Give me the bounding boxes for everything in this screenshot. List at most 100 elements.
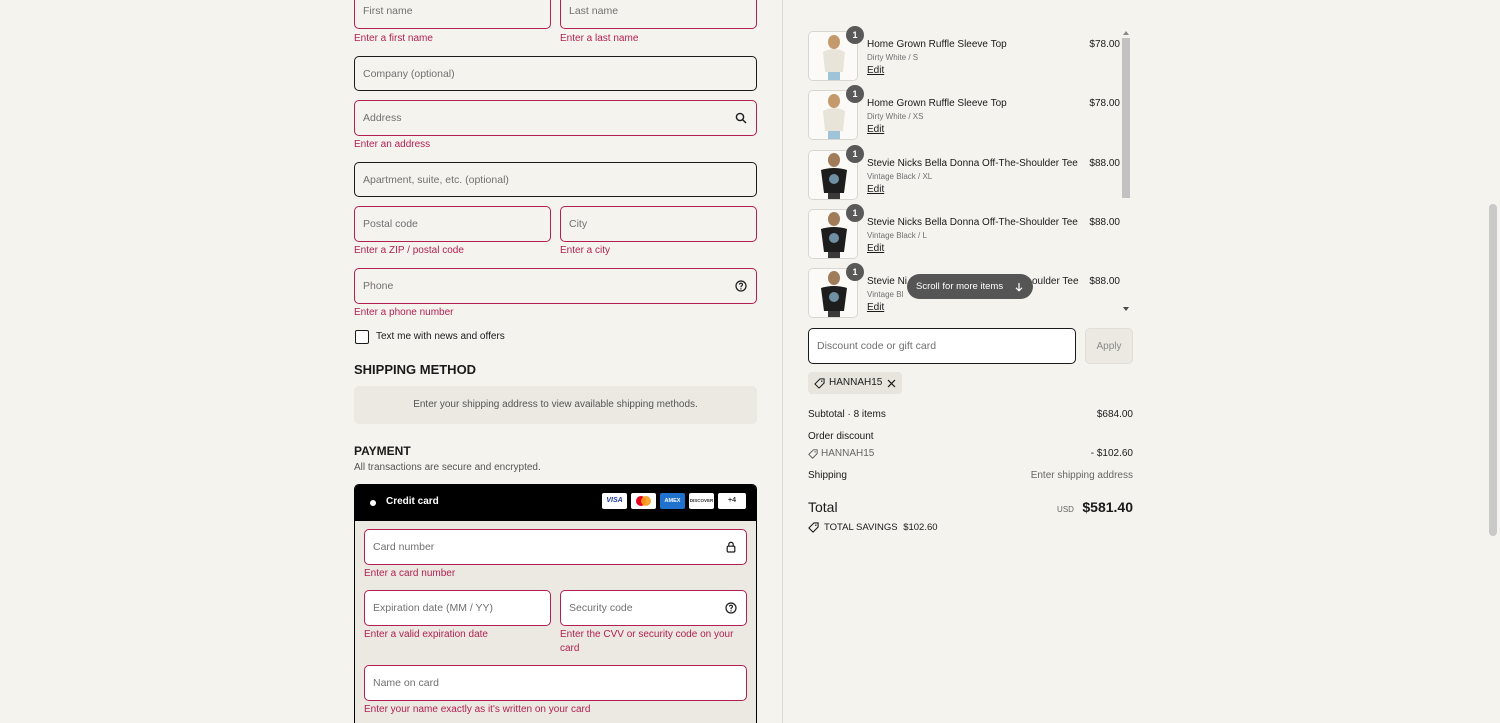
name-on-card-field[interactable]: Name on card	[364, 665, 747, 701]
mastercard-icon	[631, 493, 656, 509]
expiry-placeholder: Expiration date (MM / YY)	[373, 602, 494, 614]
apartment-placeholder: Apartment, suite, etc. (optional)	[363, 173, 509, 186]
payment-heading: PAYMENT	[354, 444, 411, 458]
scroll-up-arrow-icon[interactable]	[1122, 30, 1132, 36]
postal-code-field[interactable]: Postal code	[354, 206, 551, 242]
amex-icon: AMEX	[660, 493, 685, 509]
discount-value: - $102.60	[1090, 448, 1133, 459]
shipping-value: Enter shipping address	[1030, 470, 1133, 481]
quantity-badge: 1	[846, 26, 864, 44]
shipping-method-heading: SHIPPING METHOD	[354, 362, 477, 377]
security-code-placeholder: Security code	[569, 602, 633, 614]
page-scrollbar-thumb[interactable]	[1489, 204, 1497, 536]
applied-code-chip: HANNAH15	[808, 372, 902, 394]
expiry-field[interactable]: Expiration date (MM / YY)	[364, 590, 551, 626]
tag-icon	[808, 449, 818, 459]
subtotal-value: $684.00	[1096, 409, 1133, 420]
total-label: Total	[808, 499, 838, 515]
shipping-notice-text: Enter your shipping address to view avai…	[413, 399, 698, 410]
item-price: $88.00	[1089, 217, 1120, 228]
scroll-down-arrow-icon[interactable]	[1122, 306, 1132, 312]
cart-scrollbar-thumb[interactable]	[1122, 38, 1130, 198]
remove-code-icon[interactable]	[887, 379, 896, 388]
phone-field[interactable]: Phone	[354, 268, 757, 304]
item-name: Stevie Nicks Bella Donna Off-The-Shoulde…	[867, 158, 1078, 169]
discount-code-placeholder: Discount code or gift card	[817, 340, 937, 352]
quantity-badge: 1	[846, 145, 864, 163]
card-number-placeholder: Card number	[373, 541, 435, 553]
edit-link[interactable]: Edit	[867, 243, 884, 254]
item-name: Stevie Nicks Bella Donna Off-The-Shoulde…	[867, 217, 1078, 228]
item-price: $78.00	[1089, 98, 1120, 109]
address-field[interactable]: Address	[354, 100, 757, 136]
page-scrollbar[interactable]	[1486, 0, 1500, 723]
edit-link[interactable]: Edit	[867, 124, 884, 135]
help-icon[interactable]	[725, 602, 737, 614]
phone-error: Enter a phone number	[354, 307, 454, 318]
phone-placeholder: Phone	[363, 280, 394, 292]
item-variant: Vintage Black / L	[867, 231, 927, 240]
cart-item: 1 Stevie Nicks Bella Donna Off-The-Shoul…	[808, 145, 1120, 202]
address-placeholder: Address	[363, 112, 402, 124]
quantity-badge: 1	[846, 263, 864, 281]
item-variant: Vintage Black / XL	[867, 172, 933, 181]
sms-checkbox[interactable]	[355, 330, 369, 344]
card-number-error: Enter a card number	[364, 568, 456, 579]
discover-icon: DISCOVER	[689, 493, 714, 509]
total-savings: TOTAL SAVINGS $102.60	[824, 522, 938, 533]
item-price: $78.00	[1089, 39, 1120, 50]
security-code-error-line1: Enter the CVV or security code on your	[560, 629, 734, 640]
address-error: Enter an address	[354, 139, 431, 150]
apply-button[interactable]: Apply	[1085, 328, 1133, 364]
first-name-placeholder: First name	[363, 5, 413, 17]
first-name-error: Enter a first name	[354, 33, 433, 44]
total-savings-label: TOTAL SAVINGS	[824, 522, 898, 533]
cart-item: 1 Home Grown Ruffle Sleeve Top Dirty Whi…	[808, 85, 1120, 142]
mastercard-circles	[636, 496, 651, 506]
scroll-for-more-button[interactable]: Scroll for more items	[907, 274, 1033, 299]
discount-code-field[interactable]: Discount code or gift card	[808, 328, 1076, 364]
help-icon[interactable]	[735, 280, 747, 292]
radio-selected[interactable]	[370, 500, 376, 506]
expiry-error: Enter a valid expiration date	[364, 629, 488, 640]
more-cards-badge: +4	[718, 493, 746, 509]
edit-link[interactable]: Edit	[867, 184, 884, 195]
total-value: $581.40	[1082, 499, 1133, 515]
cart-item: 1 Home Grown Ruffle Sleeve Top Dirty Whi…	[808, 26, 1120, 83]
city-error: Enter a city	[560, 245, 611, 256]
postal-code-placeholder: Postal code	[363, 218, 418, 230]
name-on-card-placeholder: Name on card	[373, 677, 439, 689]
card-number-field[interactable]: Card number	[364, 529, 747, 565]
apartment-field[interactable]: Apartment, suite, etc. (optional)	[354, 162, 757, 197]
column-divider	[782, 0, 783, 723]
shipping-label: Shipping	[808, 470, 847, 481]
tag-icon	[814, 378, 825, 389]
edit-link[interactable]: Edit	[867, 65, 884, 76]
item-price: $88.00	[1089, 158, 1120, 169]
cart-scrollbar[interactable]	[1121, 30, 1131, 312]
city-field[interactable]: City	[560, 206, 757, 242]
item-variant: Vintage Bl	[867, 290, 904, 299]
item-price: $88.00	[1089, 276, 1120, 287]
company-placeholder: Company (optional)	[363, 67, 455, 80]
edit-link[interactable]: Edit	[867, 302, 884, 313]
apply-label: Apply	[1096, 341, 1122, 352]
discount-code-label: HANNAH15	[821, 448, 875, 459]
item-variant: Dirty White / XS	[867, 112, 924, 121]
total-savings-value: $102.60	[903, 522, 938, 533]
subtotal-label: Subtotal · 8 items	[808, 409, 886, 420]
first-name-field[interactable]: First name	[354, 0, 551, 29]
search-icon[interactable]	[735, 112, 747, 124]
security-code-field[interactable]: Security code	[560, 590, 747, 626]
item-name-tail: oulder Tee	[1032, 276, 1079, 287]
company-field[interactable]: Company (optional)	[354, 56, 757, 91]
credit-card-label: Credit card	[386, 496, 439, 507]
applied-code-label: HANNAH15	[829, 377, 883, 388]
last-name-field[interactable]: Last name	[560, 0, 757, 29]
item-name: Stevie Ni	[867, 276, 908, 287]
item-name: Home Grown Ruffle Sleeve Top	[867, 39, 1007, 50]
quantity-badge: 1	[846, 204, 864, 222]
last-name-placeholder: Last name	[569, 5, 619, 17]
postal-code-error: Enter a ZIP / postal code	[354, 245, 464, 256]
city-placeholder: City	[569, 218, 588, 230]
